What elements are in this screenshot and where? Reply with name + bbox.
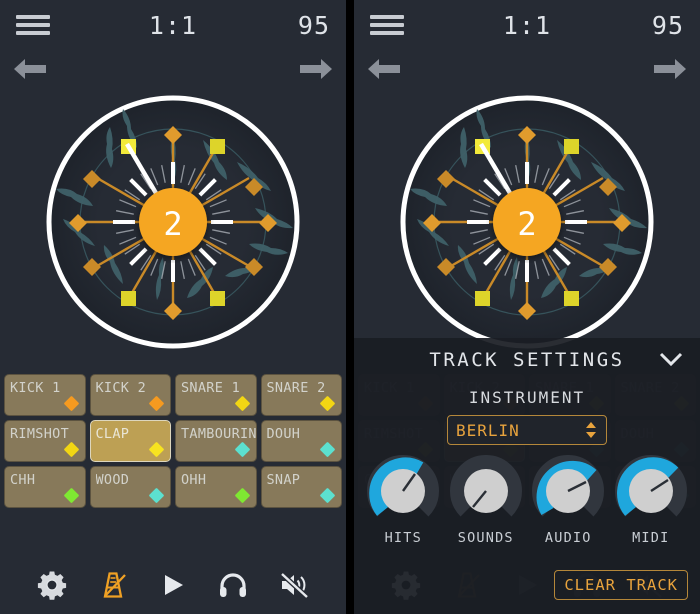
top-bar-left: 1:1 95	[0, 0, 346, 50]
bottom-toolbar-left	[0, 556, 346, 614]
pad-color-dot	[148, 487, 165, 504]
headphones-icon[interactable]	[217, 569, 249, 601]
play-icon[interactable]	[157, 569, 189, 601]
pad-color-dot	[319, 395, 336, 412]
knob-midi[interactable]: MIDI	[614, 455, 687, 546]
pad-label: RIMSHOT	[10, 426, 69, 442]
hamburger-icon[interactable]	[370, 13, 404, 37]
nav-row-right	[354, 50, 700, 88]
knob-label: AUDIO	[544, 530, 592, 546]
chevron-down-icon[interactable]	[658, 350, 684, 368]
pad-grid-left: KICK 1 KICK 2 SNARE 1 SNARE 2 RIMSHOT CL…	[4, 374, 342, 508]
track-settings-title: TRACK SETTINGS	[429, 349, 625, 371]
pad-label: OHH	[181, 472, 207, 488]
metronome-icon[interactable]	[97, 569, 129, 601]
sequencer-wheel-right[interactable]: 2	[354, 88, 700, 356]
pad-color-dot	[63, 395, 79, 412]
pad-rimshot[interactable]: RIMSHOT	[4, 420, 86, 462]
sequencer-svg[interactable]: 2	[391, 88, 663, 356]
pad-color-dot	[148, 395, 165, 412]
step-counter-label: 2	[517, 205, 536, 243]
sequencer-wheel-left[interactable]: 2	[0, 88, 346, 356]
arrow-left-icon[interactable]	[366, 56, 402, 82]
track-settings-header: TRACK SETTINGS	[354, 338, 700, 382]
tempo-value[interactable]: 95	[298, 11, 330, 40]
pad-color-dot	[234, 441, 250, 458]
pad-color-dot	[63, 487, 79, 504]
hamburger-icon[interactable]	[16, 13, 50, 37]
pad-label: SNAP	[266, 472, 301, 488]
pad-douh[interactable]: DOUH	[260, 420, 342, 462]
top-bar-right: 1:1 95	[354, 0, 700, 50]
knob-row: HITS SOUNDS AUDIO MIDI	[354, 445, 700, 546]
speaker-muted-icon[interactable]	[278, 569, 310, 601]
pad-wood[interactable]: WOOD	[89, 466, 171, 508]
knob-label: HITS	[384, 530, 422, 546]
pad-clap[interactable]: CLAP	[89, 420, 171, 462]
pad-snap[interactable]: SNAP	[260, 466, 342, 508]
pad-kick-1[interactable]: KICK 1	[4, 374, 86, 416]
app-root: 1:1 95 2 KICK 1 KICK 2 SNARE 1 SNARE 2 R…	[0, 0, 700, 614]
pad-label: CLAP	[95, 426, 130, 442]
right-panel: 1:1 95 2 TRACK SETTINGS INSTRUMENT BERLI…	[354, 0, 700, 614]
pad-label: CHH	[10, 472, 36, 488]
instrument-value: BERLIN	[456, 420, 520, 440]
pad-color-dot	[319, 441, 336, 458]
stepper-updown-icon[interactable]	[584, 420, 598, 440]
pad-color-dot	[319, 487, 336, 504]
arrow-left-icon[interactable]	[12, 56, 48, 82]
clear-track-button[interactable]: CLEAR TRACK	[554, 570, 688, 600]
pad-label: TAMBOURIN	[181, 426, 257, 442]
gear-icon[interactable]	[36, 569, 68, 601]
tempo-value[interactable]: 95	[652, 11, 684, 40]
pad-label: SNARE 2	[266, 380, 326, 396]
pad-color-dot	[234, 487, 250, 504]
step-counter-label: 2	[163, 205, 182, 243]
knob-label: MIDI	[632, 530, 670, 546]
pad-chh[interactable]: CHH	[4, 466, 86, 508]
knob-sounds[interactable]: SOUNDS	[449, 455, 522, 546]
pattern-title: 1:1	[148, 10, 198, 40]
pattern-title: 1:1	[502, 10, 552, 40]
left-panel: 1:1 95 2 KICK 1 KICK 2 SNARE 1 SNARE 2 R…	[0, 0, 346, 614]
pad-label: KICK 1	[10, 380, 61, 396]
arrow-right-icon[interactable]	[652, 56, 688, 82]
pad-color-dot	[63, 441, 79, 458]
instrument-label: INSTRUMENT	[468, 388, 586, 407]
sequencer-svg[interactable]: 2	[37, 88, 309, 356]
pad-snare-1[interactable]: SNARE 1	[175, 374, 257, 416]
pad-snare-2[interactable]: SNARE 2	[260, 374, 342, 416]
panel-divider	[346, 0, 354, 614]
pad-label: SNARE 1	[181, 380, 240, 396]
track-settings-panel: TRACK SETTINGS INSTRUMENT BERLIN HITS SO…	[354, 338, 700, 614]
pad-label: DOUH	[266, 426, 301, 442]
pad-kick-2[interactable]: KICK 2	[89, 374, 171, 416]
pad-color-dot	[234, 395, 250, 412]
pad-color-dot	[148, 441, 165, 458]
pad-label: KICK 2	[95, 380, 147, 396]
knob-hits[interactable]: HITS	[367, 455, 440, 546]
pad-label: WOOD	[95, 472, 130, 488]
arrow-right-icon[interactable]	[298, 56, 334, 82]
pad-ohh[interactable]: OHH	[175, 466, 257, 508]
knob-audio[interactable]: AUDIO	[532, 455, 605, 546]
pad-tambourine[interactable]: TAMBOURIN	[175, 420, 257, 462]
instrument-select[interactable]: BERLIN	[447, 415, 607, 445]
knob-label: SOUNDS	[457, 530, 514, 546]
nav-row-left	[0, 50, 346, 88]
